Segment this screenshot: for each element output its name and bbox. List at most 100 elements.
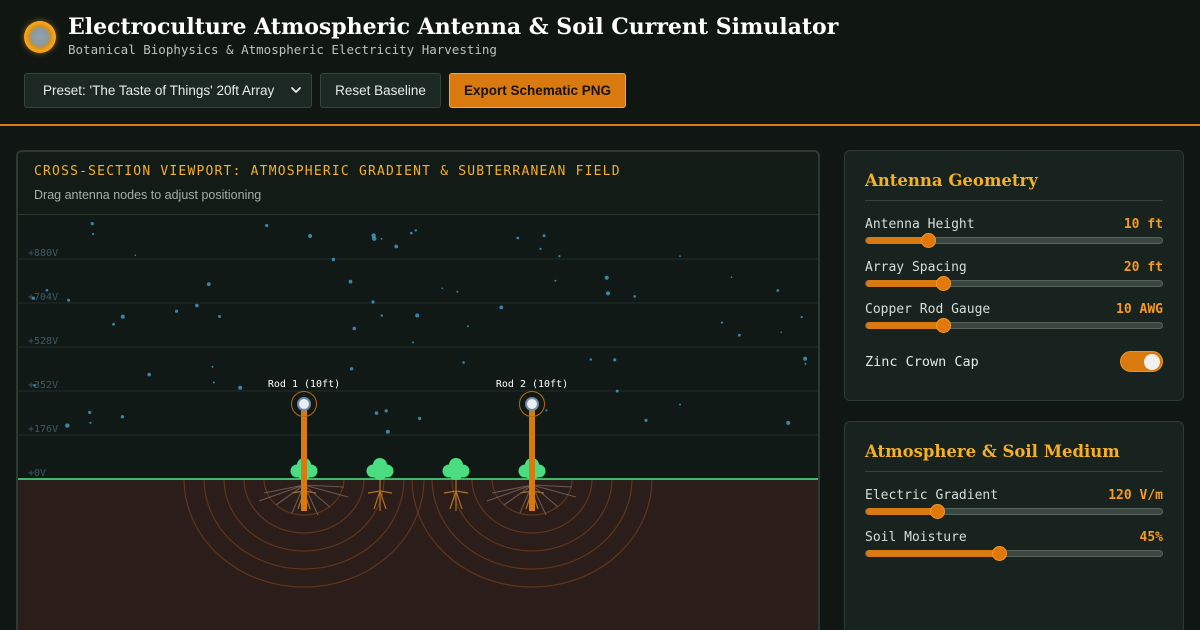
slider-handle[interactable] bbox=[935, 276, 951, 291]
atmospheric-ion bbox=[737, 333, 741, 337]
reset-baseline-button[interactable]: Reset Baseline bbox=[320, 73, 441, 108]
atmospheric-ion bbox=[374, 411, 379, 415]
atmospheric-ion bbox=[539, 247, 542, 250]
atmospheric-ion bbox=[218, 315, 221, 318]
atmospheric-ion bbox=[394, 244, 399, 249]
chevron-down-icon bbox=[291, 87, 301, 93]
atmospheric-ion bbox=[679, 403, 682, 406]
electric-gradient-control: Electric Gradient 120 V/m bbox=[865, 488, 1163, 519]
preset-select[interactable]: Preset: 'The Taste of Things' 20ft Array bbox=[24, 73, 312, 108]
atmospheric-ion bbox=[720, 321, 724, 324]
atmospheric-ion bbox=[441, 287, 444, 290]
export-schematic-button[interactable]: Export Schematic PNG bbox=[449, 73, 626, 108]
plant-canopy bbox=[449, 466, 463, 480]
atmospheric-ion bbox=[195, 303, 199, 308]
atmospheric-ion bbox=[414, 229, 417, 232]
atmospheric-ion bbox=[613, 358, 617, 362]
atmospheric-ion bbox=[120, 314, 125, 319]
app-subtitle: Botanical Biophysics & Atmospheric Elect… bbox=[68, 42, 497, 57]
atmosphere-soil-title: Atmosphere & Soil Medium bbox=[865, 442, 1120, 461]
voltage-label: +0V bbox=[28, 468, 46, 479]
slider-fill bbox=[866, 322, 943, 329]
slider-handle[interactable] bbox=[930, 504, 946, 519]
atmospheric-ion bbox=[776, 289, 780, 292]
zinc-crown-cap-toggle[interactable] bbox=[1120, 351, 1163, 372]
app-header: Electroculture Atmospheric Antenna & Soi… bbox=[0, 0, 1200, 126]
atmospheric-ion bbox=[730, 276, 733, 278]
array-spacing-slider[interactable] bbox=[865, 276, 1163, 291]
app-title: Electroculture Atmospheric Antenna & Soi… bbox=[68, 14, 839, 40]
copper-rod-gauge-control: Copper Rod Gauge 10 AWG bbox=[865, 302, 1163, 333]
atmospheric-ion bbox=[605, 291, 611, 296]
slider-handle[interactable] bbox=[935, 318, 951, 333]
atmospheric-ion bbox=[89, 421, 92, 424]
soil-moisture-label: Soil Moisture bbox=[865, 530, 967, 545]
atmospheric-ion bbox=[417, 416, 422, 421]
atmospheric-ion bbox=[147, 372, 151, 377]
atmospheric-ion bbox=[803, 356, 808, 361]
atmospheric-ion bbox=[604, 275, 609, 280]
copper-rod-gauge-slider[interactable] bbox=[865, 318, 1163, 333]
soil-moisture-value: 45% bbox=[1139, 530, 1163, 545]
atmospheric-ion bbox=[33, 384, 36, 387]
plant-canopy bbox=[373, 466, 387, 480]
antenna-height-slider[interactable] bbox=[865, 233, 1163, 248]
atmospheric-ion bbox=[211, 365, 214, 368]
slider-handle[interactable] bbox=[921, 233, 937, 248]
atmospheric-ion bbox=[92, 232, 95, 236]
electric-gradient-label: Electric Gradient bbox=[865, 488, 999, 503]
atmospheric-ion bbox=[238, 385, 243, 390]
atmospheric-ion bbox=[90, 222, 94, 226]
atmospheric-ion bbox=[331, 257, 336, 262]
simulation-canvas[interactable]: +880V +704V +528V +352V +176V +0V Rod 1 (10ft)… bbox=[18, 214, 818, 630]
atmospheric-ion bbox=[410, 231, 413, 235]
atmospheric-ion bbox=[542, 234, 546, 238]
atmospheric-ion bbox=[308, 234, 313, 238]
slider-handle[interactable] bbox=[992, 546, 1008, 561]
atmospheric-ion bbox=[65, 423, 70, 428]
atmospheric-ion bbox=[352, 326, 357, 331]
voltage-label: +176V bbox=[28, 424, 58, 435]
atmospheric-ion bbox=[589, 358, 592, 361]
atmospheric-ion bbox=[786, 420, 791, 425]
voltage-label: +352V bbox=[28, 380, 58, 391]
atmospheric-ion bbox=[412, 341, 414, 344]
atmospheric-ion bbox=[380, 237, 383, 240]
viewport-title: CROSS-SECTION VIEWPORT: ATMOSPHERIC GRAD… bbox=[34, 164, 621, 179]
divider bbox=[865, 200, 1163, 201]
atmospheric-ion bbox=[466, 325, 469, 328]
antenna-node-handle bbox=[525, 397, 539, 411]
atmospheric-ion bbox=[206, 282, 211, 286]
atmospheric-ion bbox=[120, 415, 125, 419]
slider-fill bbox=[866, 237, 929, 244]
atmospheric-ion bbox=[212, 381, 215, 384]
atmospheric-ion bbox=[633, 295, 636, 298]
slider-fill bbox=[866, 280, 943, 287]
electric-gradient-slider[interactable] bbox=[865, 504, 1163, 519]
atmospheric-ion bbox=[800, 315, 803, 319]
atmospheric-ion bbox=[554, 279, 557, 282]
atmospheric-ion bbox=[112, 322, 115, 326]
atmospheric-ion bbox=[371, 300, 375, 304]
atmospheric-ion bbox=[67, 298, 71, 302]
zinc-crown-cap-label: Zinc Crown Cap bbox=[865, 354, 979, 370]
atmospheric-ion bbox=[348, 279, 353, 284]
atmospheric-ion bbox=[31, 296, 36, 300]
atmospheric-ion bbox=[265, 223, 269, 228]
atmosphere-soil-panel: Atmosphere & Soil Medium Electric Gradie… bbox=[844, 421, 1184, 630]
antenna-label: Rod 2 (10ft) bbox=[496, 379, 568, 390]
atmospheric-ion bbox=[415, 313, 420, 318]
zinc-crown-cap-control: Zinc Crown Cap bbox=[865, 351, 1163, 375]
atmospheric-ion bbox=[456, 290, 459, 293]
copper-rod-gauge-value: 10 AWG bbox=[1116, 302, 1163, 317]
slider-fill bbox=[866, 508, 938, 515]
soil-moisture-slider[interactable] bbox=[865, 546, 1163, 561]
atmospheric-ion bbox=[174, 309, 179, 313]
atmospheric-ion bbox=[545, 409, 548, 412]
antenna-label: Rod 1 (10ft) bbox=[268, 379, 340, 390]
divider bbox=[865, 471, 1163, 472]
simulation-svg[interactable]: +880V+704V+528V+352V+176V+0VRod 1 (10ft)… bbox=[18, 215, 818, 630]
atmospheric-ion bbox=[499, 305, 504, 310]
atmospheric-ion bbox=[380, 314, 383, 317]
atmospheric-ion bbox=[134, 254, 137, 256]
